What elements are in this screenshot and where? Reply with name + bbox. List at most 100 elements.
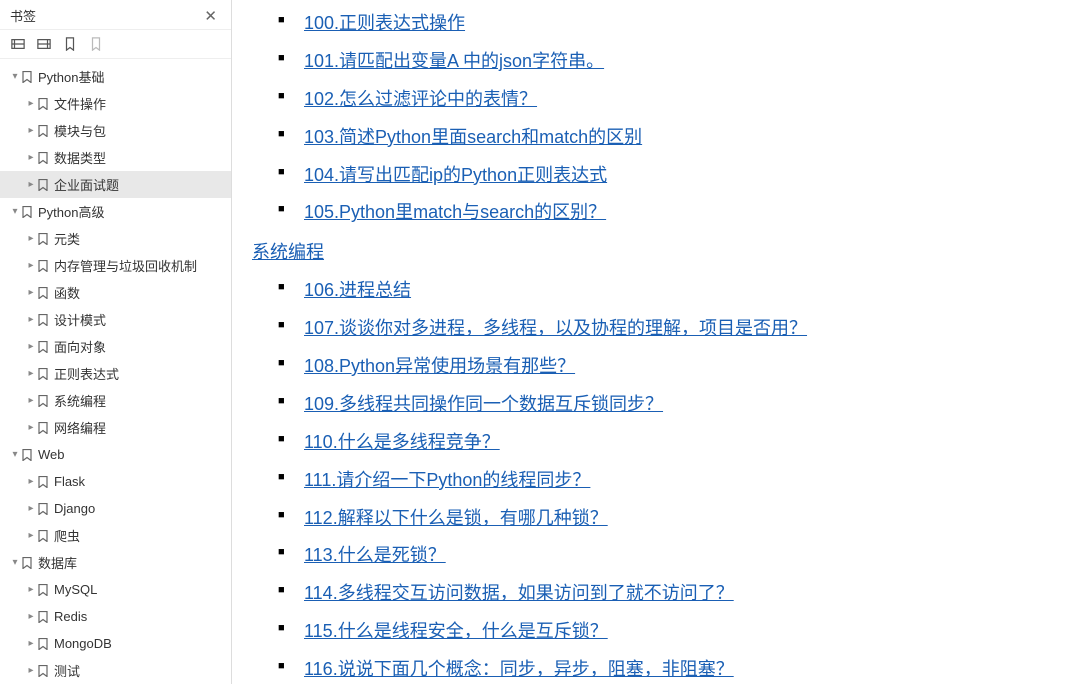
tree-arrow-icon[interactable]: ▸ xyxy=(26,638,36,649)
doc-link[interactable]: 113.什么是死锁？ xyxy=(304,545,446,565)
tree-item[interactable]: ▸函数 xyxy=(0,279,231,306)
doc-link[interactable]: 115.什么是线程安全，什么是互斥锁？ xyxy=(304,621,608,641)
doc-link[interactable]: 110.什么是多线程竞争？ xyxy=(304,432,500,452)
tree-item[interactable]: ▸ 系统编程 xyxy=(0,387,231,414)
sidebar-toolbar xyxy=(0,30,231,59)
tree-arrow-icon[interactable]: ▸ xyxy=(26,314,36,325)
tree-item-label: 内存管理与垃圾回收机制 xyxy=(54,256,231,275)
link-list-system-programming: 106.进程总结 107.谈谈你对多进程，多线程，以及协程的理解，项目是否用？ 10… xyxy=(252,277,1060,684)
tree-item-label: 爬虫 xyxy=(54,526,231,545)
tree-arrow-icon[interactable]: ▸ xyxy=(26,584,36,595)
bookmark-item-icon xyxy=(36,260,50,272)
tree-item-label: 测试 xyxy=(54,661,231,680)
tree-arrow-icon[interactable]: ▸ xyxy=(26,368,36,379)
tree-arrow-icon[interactable]: ▸ xyxy=(26,665,36,676)
doc-link[interactable]: 104.请写出匹配ip的Python正则表达式 xyxy=(304,165,607,185)
doc-link[interactable]: 105.Python里match与search的区别？ xyxy=(304,202,606,222)
sidebar-title: 书签 xyxy=(10,6,36,25)
list-item: 114.多线程交互访问数据，如果访问到了就不访问了？ xyxy=(252,580,1060,608)
tree-item[interactable]: ▸ 爬虫 xyxy=(0,522,231,549)
tree-item[interactable]: ▸网络编程 xyxy=(0,414,231,441)
bookmark-add-icon xyxy=(88,36,104,52)
tree-arrow-icon[interactable]: ▸ xyxy=(26,530,36,541)
link-list-regex: 100.正则表达式操作 101.请匹配出变量A 中的json字符串。 102.怎么过… xyxy=(252,10,1060,227)
tree-item[interactable]: ▸ 企业面试题 xyxy=(0,171,231,198)
list-item: 105.Python里match与search的区别？ xyxy=(252,199,1060,227)
tree-item[interactable]: ▸Flask xyxy=(0,468,231,495)
tree-item[interactable]: ▸元类 xyxy=(0,225,231,252)
tree-arrow-icon[interactable]: ▸ xyxy=(26,503,36,514)
tree-arrow-icon[interactable]: ▸ xyxy=(26,287,36,298)
tree-item[interactable]: ▾Python高级 xyxy=(0,198,231,225)
tree-arrow-icon[interactable]: ▸ xyxy=(26,395,36,406)
tree-item[interactable]: ▸Redis xyxy=(0,603,231,630)
section-heading-system-programming[interactable]: 系统编程 xyxy=(252,239,1060,267)
tree-item[interactable]: ▸模块与包 xyxy=(0,117,231,144)
doc-link[interactable]: 109.多线程共同操作同一个数据互斥锁同步？ xyxy=(304,394,663,414)
doc-link[interactable]: 112.解释以下什么是锁，有哪几种锁？ xyxy=(304,508,608,528)
tree-arrow-icon[interactable]: ▸ xyxy=(26,476,36,487)
outline-icon[interactable] xyxy=(10,36,26,52)
bookmark-item-icon xyxy=(20,71,34,83)
doc-link[interactable]: 101.请匹配出变量A 中的json字符串。 xyxy=(304,51,604,71)
list-item: 100.正则表达式操作 xyxy=(252,10,1060,38)
tree-item[interactable]: ▸MySQL xyxy=(0,576,231,603)
bookmark-item-icon xyxy=(36,287,50,299)
tree-arrow-icon[interactable]: ▸ xyxy=(26,152,36,163)
bookmark-item-icon xyxy=(20,557,34,569)
tree-arrow-icon[interactable]: ▸ xyxy=(26,233,36,244)
bookmark-item-icon xyxy=(36,125,50,137)
doc-link[interactable]: 114.多线程交互访问数据，如果访问到了就不访问了？ xyxy=(304,583,734,603)
bookmark-item-icon xyxy=(36,638,50,650)
list-item: 110.什么是多线程竞争？ xyxy=(252,429,1060,457)
list-item: 116.说说下面几个概念：同步，异步，阻塞，非阻塞？ xyxy=(252,656,1060,684)
bookmark-item-icon xyxy=(36,395,50,407)
bookmark-item-icon xyxy=(36,584,50,596)
tree-item[interactable]: ▸数据类型 xyxy=(0,144,231,171)
doc-link[interactable]: 111.请介绍一下Python的线程同步？ xyxy=(304,470,590,490)
doc-link[interactable]: 107.谈谈你对多进程，多线程，以及协程的理解，项目是否用？ xyxy=(304,318,807,338)
tree-item[interactable]: ▸文件操作 xyxy=(0,90,231,117)
tree-arrow-icon[interactable]: ▸ xyxy=(26,98,36,109)
doc-link[interactable]: 100.正则表达式操作 xyxy=(304,13,465,33)
tree-arrow-icon[interactable]: ▸ xyxy=(26,260,36,271)
bookmark-item-icon xyxy=(36,611,50,623)
tree-item-label: 正则表达式 xyxy=(54,364,231,383)
tree-item[interactable]: ▸MongoDB xyxy=(0,630,231,657)
document-content: 100.正则表达式操作 101.请匹配出变量A 中的json字符串。 102.怎么过… xyxy=(232,0,1080,684)
doc-link[interactable]: 106.进程总结 xyxy=(304,280,411,300)
bookmark-item-icon xyxy=(36,152,50,164)
tree-arrow-icon[interactable]: ▾ xyxy=(10,557,20,568)
tree-arrow-icon[interactable]: ▾ xyxy=(10,71,20,82)
tree-item[interactable]: ▸ 内存管理与垃圾回收机制 xyxy=(0,252,231,279)
tree-arrow-icon[interactable]: ▾ xyxy=(10,206,20,217)
tree-item[interactable]: ▾ 数据库 xyxy=(0,549,231,576)
doc-link[interactable]: 116.说说下面几个概念：同步，异步，阻塞，非阻塞？ xyxy=(304,659,734,679)
tree-arrow-icon[interactable]: ▸ xyxy=(26,125,36,136)
tree-arrow-icon[interactable]: ▸ xyxy=(26,611,36,622)
tree-item-label: 面向对象 xyxy=(54,337,231,356)
tree-item[interactable]: ▸ 测试 xyxy=(0,657,231,684)
tree-item[interactable]: ▾Python基础 xyxy=(0,63,231,90)
tree-item-label: 系统编程 xyxy=(54,391,231,410)
tree-item[interactable]: ▸ 面向对象 xyxy=(0,333,231,360)
tree-item-label: 企业面试题 xyxy=(54,175,231,194)
tree-item[interactable]: ▸Django xyxy=(0,495,231,522)
list-item: 107.谈谈你对多进程，多线程，以及协程的理解，项目是否用？ xyxy=(252,315,1060,343)
tree-arrow-icon[interactable]: ▾ xyxy=(10,449,20,460)
tree-arrow-icon[interactable]: ▸ xyxy=(26,179,36,190)
list-item: 115.什么是线程安全，什么是互斥锁？ xyxy=(252,618,1060,646)
doc-link[interactable]: 108.Python异常使用场景有那些？ xyxy=(304,356,575,376)
tree-item[interactable]: ▾Web xyxy=(0,441,231,468)
close-icon[interactable]: ✕ xyxy=(200,7,221,25)
tree-item[interactable]: ▸设计模式 xyxy=(0,306,231,333)
bookmark-icon[interactable] xyxy=(62,36,78,52)
tree-item-label: 数据库 xyxy=(38,553,231,572)
bookmark-item-icon xyxy=(36,314,50,326)
tree-arrow-icon[interactable]: ▸ xyxy=(26,422,36,433)
doc-link[interactable]: 102.怎么过滤评论中的表情？ xyxy=(304,89,537,109)
tree-item[interactable]: ▸ 正则表达式 xyxy=(0,360,231,387)
doc-link[interactable]: 103.简述Python里面search和match的区别 xyxy=(304,127,642,147)
tree-arrow-icon[interactable]: ▸ xyxy=(26,341,36,352)
thumbnail-icon[interactable] xyxy=(36,36,52,52)
